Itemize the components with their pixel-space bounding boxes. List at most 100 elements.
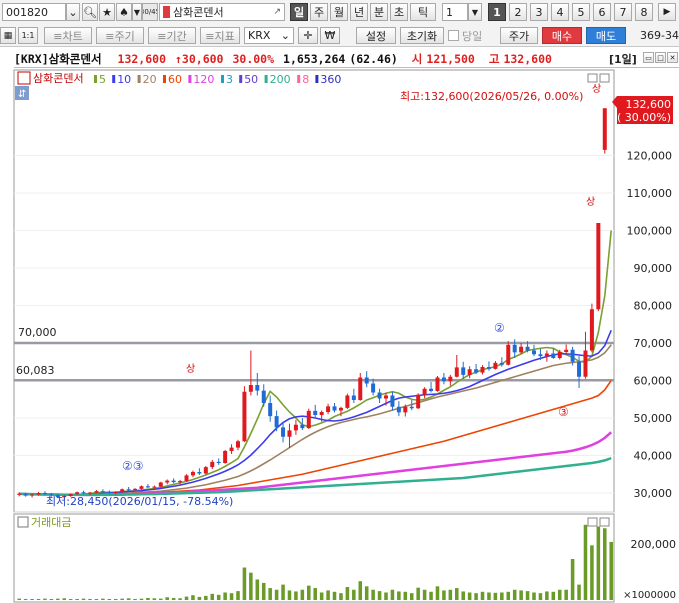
wave-marker-23: ②③ [122, 459, 144, 473]
volume-legend-swatch [17, 516, 29, 528]
y-tick-label: 30,000 [634, 487, 673, 500]
candle-body [216, 461, 221, 463]
candle-body [113, 491, 118, 493]
candle-body [197, 472, 202, 474]
volume-bar [68, 598, 73, 600]
y-tick-label: 70,000 [634, 337, 673, 350]
volume-bar [204, 595, 208, 600]
price-panel-frame [13, 69, 615, 513]
volume-bar [525, 591, 530, 600]
y-tick-label: 110,000 [627, 187, 673, 200]
volume-bar [236, 591, 240, 600]
candle-body [589, 309, 594, 351]
volume-bar [94, 598, 99, 600]
price-axis: 30,000 40,000 50,000 60,000 70,000 80,000 90,0… [627, 150, 673, 501]
candle-body [133, 488, 138, 490]
candle-body [190, 472, 195, 476]
volume-bar [249, 572, 253, 600]
candle-body [596, 223, 601, 310]
candle-body [409, 406, 414, 409]
volume-bar [146, 597, 150, 600]
volume-bar [352, 589, 356, 600]
volume-bar [81, 598, 86, 600]
candle-body [454, 367, 459, 377]
candle-body [429, 388, 434, 391]
volume-bar [62, 598, 67, 600]
price-chart[interactable]: 30,000 40,000 50,000 60,000 70,000 80,000 90,0… [0, 0, 679, 603]
volume-bar [120, 598, 124, 600]
legend-item-swatch [221, 75, 224, 83]
volume-tick-200000: 200,000 [631, 538, 677, 551]
candle-body [30, 494, 35, 496]
level-label-70000: 70,000 [18, 326, 57, 339]
candle-body [126, 489, 131, 491]
volume-bar [448, 589, 453, 600]
volume-bar [307, 585, 311, 600]
candle-body [120, 489, 125, 492]
candle-body [203, 467, 208, 474]
price-panel-minimize[interactable] [587, 73, 598, 83]
volume-bar [300, 589, 305, 600]
upper-limit-marker: 상 [586, 196, 595, 208]
candle-body [313, 410, 318, 415]
candle-body [81, 492, 86, 494]
candle-body [306, 410, 311, 429]
volume-panel-close[interactable] [599, 517, 610, 527]
volume-bar [480, 591, 485, 600]
volume-bar [500, 592, 504, 600]
volume-bar [36, 598, 41, 600]
volume-panel-minimize[interactable] [587, 517, 598, 527]
candle-body [178, 481, 183, 483]
y-tick-label: 120,000 [627, 150, 673, 163]
volume-bar [577, 584, 581, 600]
candle-body [332, 406, 337, 411]
level-label-60083: 60,083 [16, 364, 55, 377]
candle-body [36, 493, 41, 495]
volume-bar [88, 598, 92, 600]
volume-bar [493, 592, 498, 600]
volume-bar [261, 582, 266, 600]
candle-body [287, 430, 292, 437]
volume-bar [409, 593, 414, 600]
candle-body [480, 367, 485, 373]
candle-body [390, 395, 395, 407]
volume-bar [551, 591, 556, 600]
candle-body [326, 406, 331, 412]
candle-body [602, 108, 607, 150]
volume-bar [23, 598, 28, 600]
price-panel-close[interactable] [599, 73, 610, 83]
candle-body [42, 493, 47, 495]
volume-title: 거래대금 [31, 516, 71, 529]
candle-body [268, 403, 273, 417]
high-annotation: 최고:132,600(2026/05/26, 0.00%) [400, 90, 583, 103]
volume-bar [242, 567, 247, 600]
volume-bar [255, 579, 260, 600]
volume-bar [332, 591, 337, 600]
volume-bar [75, 598, 79, 600]
volume-bar [210, 593, 215, 600]
candle-body [474, 369, 479, 373]
candle-body [274, 416, 279, 428]
volume-bar [474, 593, 478, 600]
candle-body [17, 493, 22, 495]
candle-body [242, 391, 247, 442]
volume-bar [403, 591, 408, 600]
volume-bar [30, 598, 34, 600]
candle-body [525, 346, 530, 351]
legend-item-label: 10 [117, 73, 131, 86]
candle-body [184, 475, 189, 481]
candle-body [371, 383, 376, 393]
volume-bar [216, 594, 221, 600]
candle-body [384, 395, 388, 399]
candle-body [210, 461, 215, 468]
candle-body [538, 354, 543, 357]
volume-bar [590, 545, 594, 600]
volume-bar [319, 592, 324, 600]
candle-body [139, 486, 144, 489]
volume-bar [339, 593, 343, 600]
volume-bar [287, 590, 292, 600]
volume-bar [519, 590, 523, 600]
candle-body [165, 480, 170, 483]
wave-marker-3: ③ [558, 405, 569, 419]
volume-bar [397, 591, 401, 600]
